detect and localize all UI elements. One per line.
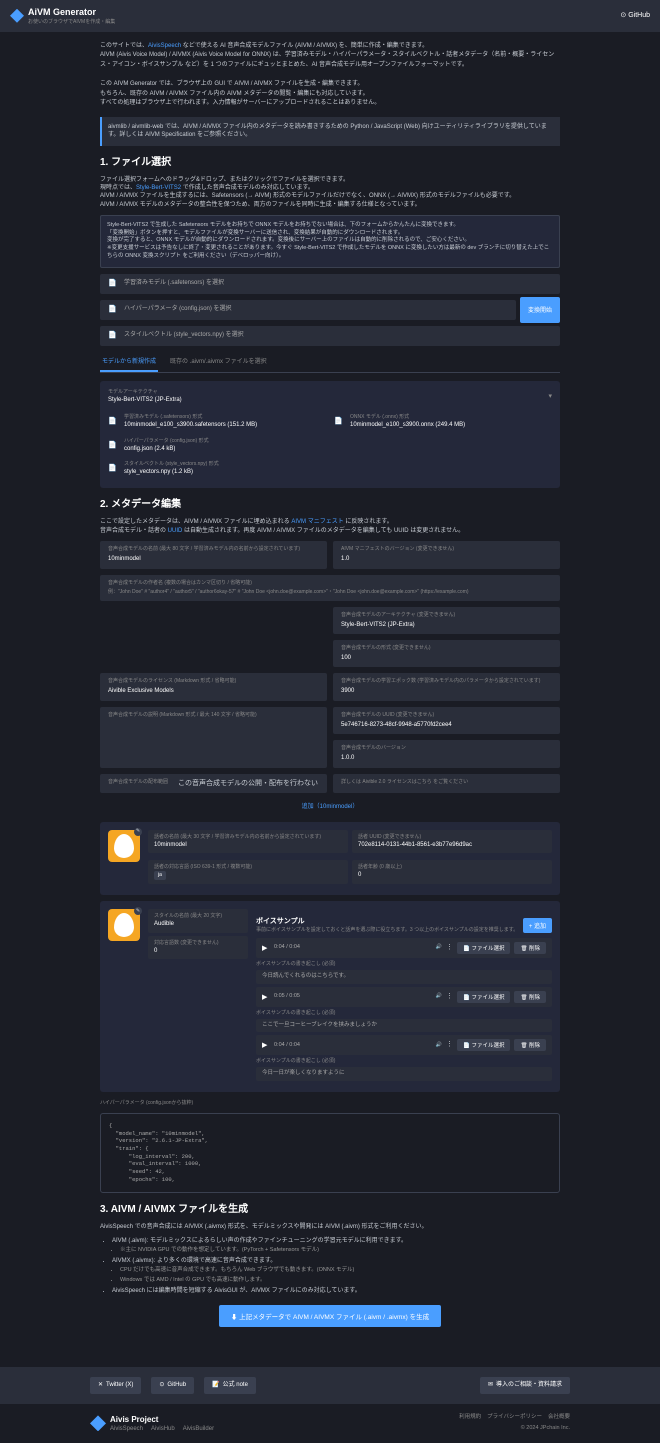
menu-icon[interactable]: ⋮ <box>446 992 453 1002</box>
section-2-title: 2. メタデータ編集 <box>100 498 560 512</box>
speaker-lang[interactable]: 話者の対応言語 (ISO 639-1 形式 / 複数可能)ja <box>148 860 348 884</box>
volume-icon[interactable]: 🔊 <box>436 1042 442 1049</box>
add-speaker-link[interactable]: 追加（10minmodel） <box>100 799 560 815</box>
field-arch: 音声合成モデルのアーキテクチャ (変更できません)Style-Bert-VITS… <box>333 607 560 634</box>
intro-text: このサイトでは、AivisSpeech などで使える AI 音声合成モデルファイ… <box>100 42 560 109</box>
file-select-model[interactable]: 📄 学習済みモデル (.safetensors) を選択 <box>100 274 560 294</box>
app-subtitle: お使いのブラウザでAIVMを作成・編集 <box>28 19 115 26</box>
code-box: { "model_name": "10minmodel", "version":… <box>100 1113 560 1193</box>
delete-button[interactable]: 🗑 削除 <box>514 991 546 1003</box>
field-desc-link: 詳しくは Aivible 2.0 ライセンスはこちら をご覧ください <box>333 774 560 794</box>
volume-icon[interactable]: 🔊 <box>436 944 442 951</box>
tab-new[interactable]: モデルから新規作成 <box>100 354 158 372</box>
style-count: 対応言語数 (変更できません)0 <box>148 936 248 959</box>
field-name[interactable]: 音声合成モデルの名前 (最大 80 文字 / 学習済みモデル内の名前から設定され… <box>100 541 327 568</box>
legal-link[interactable]: プライバシーポリシー <box>487 1414 542 1420</box>
github-link[interactable]: ⊙ GitHub <box>620 11 650 21</box>
convert-button[interactable]: 変換開始 <box>520 297 560 323</box>
field-epoch: 音声合成モデルの学習エポック数 (学習済みモデル内のパラメータから設定されていま… <box>333 673 560 700</box>
avatar[interactable]: ✎ <box>108 909 140 941</box>
audio-player[interactable]: ▶0:05 / 0:05🔊⋮📄 ファイル選択🗑 削除 <box>256 987 552 1007</box>
play-icon[interactable]: ▶ <box>262 993 270 1001</box>
edit-icon[interactable]: ✎ <box>134 907 142 915</box>
speaker-age[interactable]: 話者年齢 (0 歳以上)0 <box>352 860 552 884</box>
delete-button[interactable]: 🗑 削除 <box>514 1039 546 1051</box>
logo: AiVM Generator お使いのブラウザでAIVMを作成・編集 <box>10 6 115 26</box>
section-1-title: 1. ファイル選択 <box>100 156 560 170</box>
logo-icon <box>90 1415 106 1431</box>
spec-link[interactable]: AIVM Specification <box>145 132 195 138</box>
menu-icon[interactable]: ⋮ <box>446 943 453 953</box>
volume-icon[interactable]: 🔊 <box>436 993 442 1000</box>
file-icon: 📄 <box>108 417 118 427</box>
legal-link[interactable]: 利用規約 <box>459 1414 481 1420</box>
chevron-down-icon[interactable]: ▾ <box>548 392 552 402</box>
section-3-title: 3. AIVM / AIVMX ファイルを生成 <box>100 1203 560 1217</box>
info-box: aivmlib / aivmlib-web では、AIVM / AIVMX ファ… <box>100 117 560 146</box>
field-creator[interactable]: 音声合成モデルの作者名 (複数の場合はカンマ区切り / 省略可能)例："John… <box>100 575 560 601</box>
legal-link[interactable]: 会社概要 <box>548 1414 570 1420</box>
file-icon: 📄 <box>108 305 118 315</box>
field-fmt: 音声合成モデルの形式 (変更できません)100 <box>333 640 560 667</box>
file-select-config[interactable]: 📄 ハイパーパラメータ (config.json) を選択 <box>100 300 516 320</box>
tab-existing[interactable]: 既存の .aivm/.aivmx ファイルを選択 <box>168 354 269 372</box>
gen-list: AIVM (.aivm): モデルミックスによるらしい声の作成やファインチューニ… <box>100 1237 560 1295</box>
play-icon[interactable]: ▶ <box>262 944 270 952</box>
file-select-button[interactable]: 📄 ファイル選択 <box>457 991 510 1003</box>
add-sample-button[interactable]: + 追加 <box>523 918 552 933</box>
file-select-style[interactable]: 📄 スタイルベクトル (style_vectors.npy) を選択 <box>100 326 560 346</box>
contact-link[interactable]: ✉ 導入のご相談・資料請求 <box>480 1377 570 1393</box>
avatar[interactable]: ✎ <box>108 830 140 862</box>
style-name[interactable]: スタイルの名前 (最大 20 文字)Audible <box>148 909 248 932</box>
generate-button[interactable]: ⬇ 上記メタデータで AIVM / AIVMX ファイル (.aivm / .a… <box>219 1305 441 1327</box>
s1-desc: ファイル選択フォームへのドラッグ&ドロップ、またはクリックでファイルを選択できま… <box>100 176 560 210</box>
delete-button[interactable]: 🗑 削除 <box>514 942 546 954</box>
sample-title: ボイスサンプル <box>256 917 518 927</box>
speaker-uuid: 話者 UUID (変更できません)702e8114-0131-44b1-8561… <box>352 830 552 853</box>
footer-logo: Aivis Project AivisSpeechAivisHubAivisBu… <box>90 1414 214 1434</box>
menu-icon[interactable]: ⋮ <box>446 1040 453 1050</box>
app-title: AiVM Generator <box>28 6 115 19</box>
voice-card-1: ✎ 話者の名前 (最大 30 文字 / 学習済みモデル内の名前から設定されていま… <box>100 822 560 895</box>
field-desc[interactable]: 音声合成モデルの説明 (Markdown 形式 / 最大 140 文字 / 省略… <box>100 707 327 768</box>
footer-nav-item[interactable]: AivisSpeech <box>110 1425 143 1433</box>
tabs: モデルから新規作成 既存の .aivm/.aivmx ファイルを選択 <box>100 354 560 373</box>
file-select-button[interactable]: 📄 ファイル選択 <box>457 942 510 954</box>
s2-desc: ここで設定したメタデータは、AIVM / AIVMX ファイルに埋め込まれる A… <box>100 518 560 535</box>
note-box: Style-Bert-VITS2 で生成した Safetensors モデルをお… <box>100 215 560 267</box>
github-link[interactable]: ⊙ GitHub <box>151 1377 194 1393</box>
transcript[interactable]: ここで一旦コーヒーブレイクを挟みましょうか <box>256 1019 552 1033</box>
file-icon: 📄 <box>108 441 118 451</box>
voice-card-2: ✎ スタイルの名前 (最大 20 文字)Audible 対応言語数 (変更できま… <box>100 901 560 1092</box>
field-distribution[interactable]: 音声合成モデルの配布範囲この音声合成モデルの公開・配布を行わない <box>100 774 327 794</box>
field-mver[interactable]: 音声合成モデルのバージョン1.0.0 <box>333 740 560 767</box>
file-icon: 📄 <box>108 331 118 341</box>
audio-player[interactable]: ▶0:04 / 0:04🔊⋮📄 ファイル選択🗑 削除 <box>256 1035 552 1055</box>
play-icon[interactable]: ▶ <box>262 1041 270 1049</box>
edit-icon[interactable]: ✎ <box>134 828 142 836</box>
aivisspeech-link[interactable]: AivisSpeech <box>148 43 181 49</box>
file-icon: 📄 <box>108 464 118 474</box>
logo-icon <box>10 9 24 23</box>
header: AiVM Generator お使いのブラウザでAIVMを作成・編集 ⊙ Git… <box>0 0 660 32</box>
footer-nav-item[interactable]: AivisHub <box>151 1425 175 1433</box>
twitter-link[interactable]: ✕ Twitter (X) <box>90 1377 141 1393</box>
field-license[interactable]: 音声合成モデルのライセンス (Markdown 形式 / 省略可能)Aivibl… <box>100 673 327 700</box>
audio-player[interactable]: ▶0:04 / 0:04🔊⋮📄 ファイル選択🗑 削除 <box>256 938 552 958</box>
note-link[interactable]: 📝 公式 note <box>204 1377 256 1393</box>
field-uuid: 音声合成モデルの UUID (変更できません)5e746716-8273-48c… <box>333 707 560 734</box>
file-select-button[interactable]: 📄 ファイル選択 <box>457 1039 510 1051</box>
file-icon: 📄 <box>334 417 344 427</box>
file-icon: 📄 <box>108 279 118 289</box>
speaker-name[interactable]: 話者の名前 (最大 30 文字 / 学習済みモデル内の名前から設定されています)… <box>148 830 348 853</box>
file-list: モデルアーキテクチャ Style-Bert-VITS2 (JP-Extra) ▾… <box>100 381 560 489</box>
footer-nav-item[interactable]: AivisBuilder <box>183 1425 214 1433</box>
transcript[interactable]: 今日読んでくれるのはこちらです。 <box>256 970 552 984</box>
metadata-grid: 音声合成モデルの名前 (最大 80 文字 / 学習済みモデル内の名前から設定され… <box>100 541 560 793</box>
field-version: AIVM マニフェストのバージョン (変更できません)1.0 <box>333 541 560 568</box>
transcript[interactable]: 今日一日が楽しくなりますように <box>256 1067 552 1081</box>
footer-links-bar: ✕ Twitter (X) ⊙ GitHub 📝 公式 note ✉ 導入のご相… <box>0 1367 660 1403</box>
footer-bottom: Aivis Project AivisSpeechAivisHubAivisBu… <box>0 1404 660 1443</box>
